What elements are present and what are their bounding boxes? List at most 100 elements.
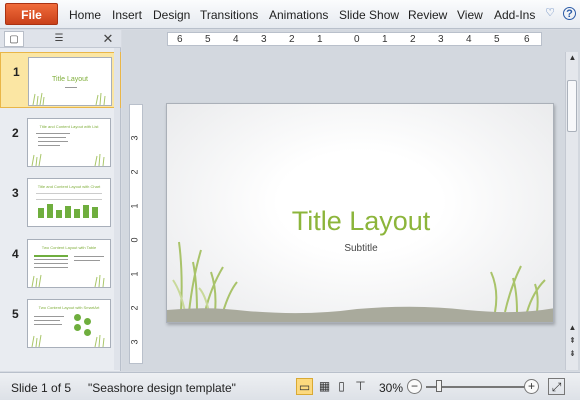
thumb-table-row (34, 267, 68, 268)
thumb-table-row (34, 263, 68, 264)
scrollbar-thumb[interactable] (567, 80, 577, 132)
ruler-tick: 2 (129, 305, 140, 311)
ruler-tick: 3 (129, 135, 140, 141)
close-icon[interactable]: ✕ (100, 30, 116, 48)
grass-decoration (94, 274, 105, 287)
slide-thumbnail-5[interactable]: 5 Two Content Layout with SmartArt (0, 295, 121, 351)
help-icon[interactable]: ? (563, 7, 576, 20)
thumb-title: Title and Content Layout with List (39, 124, 99, 129)
slide-sorter-view-icon[interactable]: ▦ (316, 378, 333, 395)
thumb-smartart-shape (84, 329, 91, 336)
thumb-list-line (74, 256, 104, 257)
previous-slide-icon[interactable]: ⇞ (566, 335, 579, 347)
thumb-list-line (34, 324, 62, 325)
tab-view[interactable]: View (457, 8, 483, 22)
thumb-smartart-shape (84, 318, 91, 325)
zoom-in-button[interactable]: + (524, 379, 539, 394)
ruler-tick: 6 (177, 34, 183, 45)
thumb-chart-bar (74, 209, 80, 218)
ruler-tick: 5 (494, 34, 500, 45)
thumb-list-line (34, 316, 64, 317)
status-bar: Slide 1 of 5 "Seashore design template" … (0, 372, 580, 400)
slide-thumbnail-1[interactable]: 1 Title Layout (0, 52, 121, 108)
ruler-tick: 2 (410, 34, 416, 45)
ruler-tick: 5 (205, 34, 211, 45)
thumb-subtitle-line (65, 87, 77, 88)
zoom-level[interactable]: 30% (379, 381, 403, 395)
file-tab[interactable]: File (5, 3, 58, 25)
normal-view-icon[interactable]: ▭ (296, 378, 313, 395)
zoom-out-button[interactable]: − (407, 379, 422, 394)
grass-decoration (94, 334, 105, 347)
slides-tab-icon[interactable]: ▢ (4, 31, 24, 47)
slide-canvas[interactable]: Title Layout Subtitle (166, 103, 554, 323)
reading-view-icon[interactable]: ▯ (333, 378, 350, 395)
tab-animations[interactable]: Animations (269, 8, 328, 22)
scroll-up-icon[interactable]: ▲ (566, 52, 579, 64)
thumb-list-line (74, 260, 100, 261)
thumb-list-line (34, 320, 60, 321)
next-slide-icon[interactable]: ⇟ (566, 348, 579, 360)
grass-decoration (31, 274, 42, 287)
thumb-list-line (38, 137, 66, 138)
ruler-tick: 4 (466, 34, 472, 45)
seagrass-left-decoration (172, 241, 238, 312)
zoom-slider-handle[interactable] (436, 380, 442, 392)
thumb-table-header (34, 255, 68, 257)
thumb-title: Two Content Layout with Table (41, 245, 97, 250)
slide-preview: Title Layout (28, 57, 112, 106)
slide-thumbnail-3[interactable]: 3 Title and Content Layout with Chart (0, 174, 121, 230)
ruler-tick: 1 (317, 34, 323, 45)
thumb-smartart-shape (74, 324, 81, 331)
slide-number: 3 (12, 186, 19, 200)
ribbon-minimize-icon[interactable]: ♡ (544, 5, 556, 21)
editor-vertical-scrollbar[interactable]: ▲ ▲ ⇞ ⇟ (565, 52, 578, 370)
outline-tab-icon[interactable]: ☰ (48, 31, 70, 47)
slide-thumbnail-2[interactable]: 2 Title and Content Layout with List (0, 114, 121, 170)
ruler-tick: 3 (438, 34, 444, 45)
slides-panel: ▢ ☰ ✕ 1 Title Layout 2 Title and Content… (0, 30, 121, 371)
ruler-tick: 0 (354, 34, 360, 45)
slide-preview: Two Content Layout with SmartArt (27, 299, 111, 348)
theme-name[interactable]: "Seashore design template" (88, 381, 236, 395)
thumb-chart-bar (83, 205, 89, 218)
thumb-grid-line (36, 193, 102, 194)
slide-thumbnail-4[interactable]: 4 Two Content Layout with Table (0, 235, 121, 291)
tab-design[interactable]: Design (153, 8, 190, 22)
slide-number: 2 (12, 126, 19, 140)
slide-preview: Title and Content Layout with Chart (27, 178, 111, 227)
scroll-up-arrow-icon[interactable]: ▲ (566, 322, 579, 334)
grass-decoration (94, 153, 105, 166)
slide-preview: Two Content Layout with Table (27, 239, 111, 288)
thumb-chart-bar (47, 204, 53, 218)
slide-show-view-icon[interactable]: ⊤ (352, 378, 369, 395)
ruler-tick: 2 (129, 169, 140, 175)
ribbon-tab-bar: File Home Insert Design Transitions Anim… (0, 0, 580, 29)
tab-home[interactable]: Home (69, 8, 101, 22)
thumb-chart-bar (65, 206, 71, 218)
tab-transitions[interactable]: Transitions (200, 8, 258, 22)
grass-decoration (31, 334, 42, 347)
fit-to-window-icon[interactable]: ⤢ (548, 378, 565, 395)
tab-add-ins[interactable]: Add-Ins (494, 8, 535, 22)
thumb-smartart-shape (74, 314, 81, 321)
ruler-tick: 3 (129, 339, 140, 345)
thumb-list-line (38, 145, 60, 146)
thumb-chart-bar (56, 210, 62, 218)
ruler-tick: 1 (129, 271, 140, 277)
slide-number: 4 (12, 247, 19, 261)
ruler-tick: 0 (129, 237, 140, 243)
thumb-title: Title and Content Layout with Chart (37, 184, 101, 189)
tab-review[interactable]: Review (408, 8, 447, 22)
thumb-grid-line (36, 199, 102, 200)
tab-insert[interactable]: Insert (112, 8, 142, 22)
ruler-tick: 1 (129, 203, 140, 209)
ground-strip (167, 306, 553, 322)
thumb-table-row (34, 259, 68, 260)
slide-preview: Title and Content Layout with List (27, 118, 111, 167)
grass-decoration (31, 153, 42, 166)
slide-counter: Slide 1 of 5 (11, 381, 72, 395)
tab-slide-show[interactable]: Slide Show (339, 8, 399, 22)
ruler-tick: 2 (289, 34, 295, 45)
panel-scrollbar[interactable] (114, 48, 120, 370)
